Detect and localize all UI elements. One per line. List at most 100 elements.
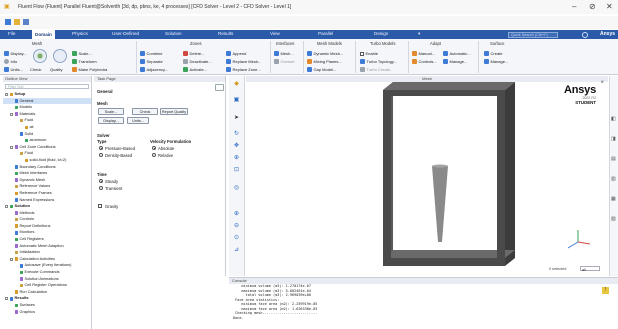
mesh-units-button[interactable]: Units... xyxy=(4,67,23,72)
tab-parallel[interactable]: Parallel xyxy=(318,31,333,36)
probe-icon[interactable]: ◎ xyxy=(232,184,241,193)
adjacency-button[interactable]: Adjacency... xyxy=(140,67,168,72)
combine-button[interactable]: Combine xyxy=(140,51,163,56)
tab-design[interactable]: Design xyxy=(374,31,388,36)
surface-manage-button[interactable]: Manage... xyxy=(484,59,508,64)
steady-radio[interactable] xyxy=(99,179,103,183)
outline-filter-input[interactable]: Filter Text xyxy=(5,84,89,89)
tree-item[interactable]: Mesh Interfaces xyxy=(3,170,91,177)
panel-icon[interactable]: ▧ xyxy=(611,216,616,222)
tab-view[interactable]: View xyxy=(270,31,280,36)
help-icon[interactable] xyxy=(582,31,588,38)
panel-icon[interactable]: ▤ xyxy=(611,156,616,162)
tree-item[interactable]: Automatic Mesh Adaption xyxy=(3,243,91,250)
tree-item[interactable]: Cell Register Operations xyxy=(3,282,91,289)
report-quality-button[interactable]: Report Quality xyxy=(160,108,188,115)
absolute-radio[interactable] xyxy=(152,146,156,150)
tree-item[interactable]: aluminum xyxy=(3,137,91,144)
tab-physics[interactable]: Physics xyxy=(72,31,88,36)
zoom-out-icon[interactable]: ⊖ xyxy=(232,222,241,231)
gravity-checkbox[interactable] xyxy=(98,204,102,208)
activate-zone-button[interactable]: Activate... xyxy=(183,67,207,72)
dynamic-mesh-button[interactable]: Dynamic Mesh... xyxy=(307,51,343,56)
mesh-info-button[interactable]: Info xyxy=(4,59,17,64)
fit-view-icon[interactable]: ▣ xyxy=(232,96,241,105)
surface-create-button[interactable]: Create xyxy=(484,51,503,56)
zoom-in-icon[interactable]: ⊕ xyxy=(232,210,241,219)
tree-item[interactable]: Fluid xyxy=(3,117,91,124)
adapt-automatic-button[interactable]: Automatic... xyxy=(443,51,471,56)
mesh-interface-button[interactable]: Mesh... xyxy=(274,51,294,56)
panel-icon[interactable]: ▥ xyxy=(611,176,616,182)
pan-icon[interactable]: ✥ xyxy=(232,142,241,151)
axes-icon[interactable]: ⊿ xyxy=(232,246,241,255)
quick-search-input[interactable]: Quick Search (Ctrl+F) xyxy=(508,31,558,38)
tree-item[interactable]: Graphics xyxy=(3,309,91,316)
transform-button[interactable]: Transform xyxy=(72,59,97,64)
turbo-enable-checkbox[interactable] xyxy=(360,51,364,56)
tree-item[interactable]: Named Expressions xyxy=(3,197,91,204)
append-button[interactable]: Append xyxy=(226,51,246,56)
tab-user-defined[interactable]: User-Defined xyxy=(112,31,139,36)
mesh-viewport[interactable] xyxy=(246,82,608,276)
make-polyhedra-button[interactable]: Make Polyhedra xyxy=(72,67,107,72)
expand-toggle-icon[interactable] xyxy=(10,145,13,149)
measure-icon[interactable]: ⊙ xyxy=(232,234,241,243)
check-mesh-button[interactable] xyxy=(33,49,47,63)
tree-item[interactable]: General xyxy=(3,97,91,105)
warning-icon[interactable]: ! xyxy=(602,287,609,294)
tree-item[interactable]: Solid xyxy=(3,131,91,138)
separate-button[interactable]: Separate xyxy=(140,59,163,64)
save-icon[interactable] xyxy=(23,19,29,25)
tab-domain[interactable]: Domain xyxy=(32,30,55,39)
tree-item[interactable]: Solution Animations xyxy=(3,276,91,283)
tab-results[interactable]: Results xyxy=(218,31,233,36)
check-mesh-task-button[interactable]: Check xyxy=(132,108,158,115)
delete-zone-button[interactable]: Delete... xyxy=(183,51,204,56)
relative-radio[interactable] xyxy=(152,153,156,157)
restore-button[interactable]: ⊘ xyxy=(589,2,596,11)
panel-icon[interactable]: ◨ xyxy=(611,136,616,142)
zoom-box-icon[interactable]: ⊡ xyxy=(232,166,241,175)
adapt-manual-button[interactable]: Manual... xyxy=(412,51,435,56)
rotate-icon[interactable]: ↻ xyxy=(232,130,241,139)
tree-item[interactable]: Cell Registers xyxy=(3,236,91,243)
console-panel[interactable]: Console minimum volume (m3): 1.270174e-0… xyxy=(229,277,618,329)
tab-solution[interactable]: Solution xyxy=(165,31,182,36)
tree-item[interactable]: Materials xyxy=(3,111,91,118)
expand-toggle-icon[interactable] xyxy=(10,257,13,261)
density-based-radio[interactable] xyxy=(99,153,103,157)
turbo-enable-button[interactable]: Enable xyxy=(360,51,378,56)
tree-item[interactable]: Boundary Conditions xyxy=(3,164,91,171)
pointer-icon[interactable]: ➤ xyxy=(232,114,241,123)
tree-item[interactable]: Fluid xyxy=(3,150,91,157)
close-button[interactable]: ✕ xyxy=(606,2,613,11)
display-mesh-button[interactable]: Display... xyxy=(98,117,124,124)
tree-item[interactable]: Run Calculation xyxy=(3,289,91,296)
tree-item[interactable]: Report Definitions xyxy=(3,223,91,230)
expand-toggle-icon[interactable] xyxy=(5,297,8,301)
new-file-icon[interactable] xyxy=(5,19,11,25)
units-button[interactable]: Units... xyxy=(127,117,149,124)
tree-item[interactable]: Cell Zone Conditions xyxy=(3,144,91,151)
mixing-planes-button[interactable]: Mixing Planes... xyxy=(307,59,342,64)
transient-radio[interactable] xyxy=(99,186,103,190)
scale-button[interactable]: Scale... xyxy=(72,51,92,56)
help-icon[interactable] xyxy=(215,84,224,91)
tree-item[interactable]: air xyxy=(3,124,91,131)
replace-zone-button[interactable]: Replace Zone... xyxy=(226,67,261,72)
scale-mesh-button[interactable]: Scale... xyxy=(98,108,124,115)
open-folder-icon[interactable] xyxy=(14,19,20,25)
graphics-window[interactable]: Mesh × Ansys 2022 R2 STUDENT 0 selected … xyxy=(246,76,608,276)
mesh-display-button[interactable]: Display... xyxy=(4,51,27,56)
tree-item[interactable]: Dynamic Mesh xyxy=(3,177,91,184)
selection-filter-select[interactable]: all xyxy=(580,266,600,272)
overset-button[interactable]: Overset xyxy=(274,59,295,64)
tree-item[interactable]: Reference Frames xyxy=(3,190,91,197)
panel-icon[interactable]: ▦ xyxy=(611,196,616,202)
tree-item[interactable]: Execute Commands xyxy=(3,269,91,276)
replace-mesh-button[interactable]: Replace Mesh... xyxy=(226,59,261,64)
pressure-based-radio[interactable] xyxy=(99,146,103,150)
tab-file[interactable]: File xyxy=(8,31,15,36)
tree-item[interactable]: Initialization xyxy=(3,249,91,256)
